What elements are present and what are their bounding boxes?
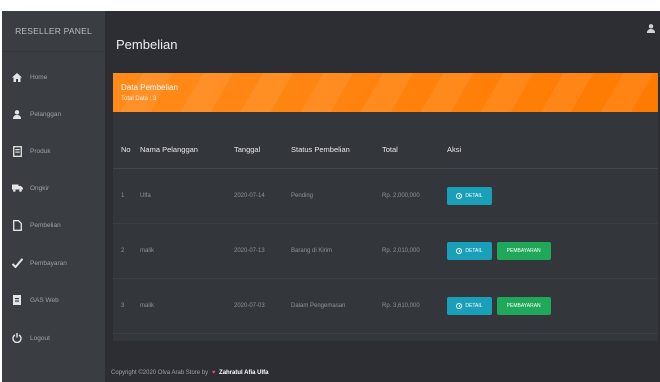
cell-status: Dalam Pengemasan <box>291 278 382 334</box>
column-header-total: Total <box>382 132 447 169</box>
cell-date: 2020-07-14 <box>234 168 291 224</box>
cell-status: Barang di Kirim <box>291 223 382 279</box>
brand-title: RESELLER PANEL <box>2 11 105 52</box>
purchase-table: No Nama Pelanggan Tanggal Status Pembeli… <box>113 132 658 334</box>
payment-button[interactable]: PEMBAYARAN <box>496 241 551 260</box>
cell-no: 1 <box>113 168 140 224</box>
check-icon <box>11 258 23 268</box>
sidebar-item-label: Logout <box>30 334 50 342</box>
table-row: 3 malik 2020-07-03 Dalam Pengemasan Rp. … <box>113 278 658 334</box>
main-content: Pembelian Data Pembelian Total Data : 3 … <box>105 11 660 382</box>
sidebar-item-label: Produk <box>30 147 51 155</box>
truck-icon <box>11 184 23 192</box>
app-window: RESELLER PANEL Home Pelanggan Produk Ong… <box>0 0 660 382</box>
table-header-row: No Nama Pelanggan Tanggal Status Pembeli… <box>113 132 658 169</box>
table-row: 2 malik 2020-07-13 Barang di Kirim Rp. 2… <box>113 223 658 279</box>
document-icon <box>11 145 23 157</box>
sidebar-item-pelanggan[interactable]: Pelanggan <box>2 104 105 124</box>
cell-no: 3 <box>113 278 140 334</box>
sidebar-item-produk[interactable]: Produk <box>2 141 105 161</box>
cell-total: Rp. 2,010,000 <box>382 223 447 279</box>
sidebar-item-label: GAS Web <box>30 296 59 304</box>
detail-button[interactable]: DETAIL <box>447 296 492 315</box>
power-icon <box>11 333 23 343</box>
column-header-name: Nama Pelanggan <box>140 132 234 169</box>
column-header-no: No <box>113 132 140 169</box>
top-bar: Pembelian <box>105 11 660 61</box>
column-header-status: Status Pembelian <box>291 132 382 169</box>
cell-actions: DETAIL <box>447 168 658 224</box>
sidebar-item-ongkir[interactable]: Ongkir <box>2 178 105 198</box>
cell-name: Ulfa <box>140 168 234 224</box>
sidebar-item-label: Pembayaran <box>30 259 67 267</box>
sidebar-item-label: Pelanggan <box>30 110 62 118</box>
table-row: 1 Ulfa 2020-07-14 Pending Rp. 2,000,000 … <box>113 168 658 224</box>
footer: Copyright ©2020 Olva Arab Store by ♥ Zah… <box>111 370 269 376</box>
author-name: Zahratul Afia Ulfa <box>219 370 269 376</box>
cell-date: 2020-07-03 <box>234 278 291 334</box>
card-title: Data Pembelian <box>121 83 178 92</box>
home-icon <box>11 72 23 82</box>
page-title: Pembelian <box>116 37 178 52</box>
info-icon <box>456 247 463 254</box>
sidebar-item-label: Pembelian <box>30 221 61 229</box>
detail-button[interactable]: DETAIL <box>447 241 492 260</box>
cell-actions: DETAIL PEMBAYARAN <box>447 223 658 279</box>
cell-status: Pending <box>291 168 382 224</box>
column-header-action: Aksi <box>447 132 658 169</box>
cell-name: malik <box>140 223 234 279</box>
cell-date: 2020-07-13 <box>234 223 291 279</box>
report-icon <box>11 295 23 305</box>
sidebar-item-label: Home <box>30 73 48 81</box>
header-pattern <box>113 73 658 112</box>
sidebar-item-pembayaran[interactable]: Pembayaran <box>2 253 105 273</box>
column-header-date: Tanggal <box>234 132 291 169</box>
detail-button[interactable]: DETAIL <box>447 186 492 205</box>
info-icon <box>456 192 463 199</box>
cell-total: Rp. 2,000,000 <box>382 168 447 224</box>
detail-button-label: DETAIL <box>465 192 483 199</box>
copyright-text: Copyright ©2020 Olva Arab Store by <box>111 370 209 376</box>
cell-actions: DETAIL PEMBAYARAN <box>447 278 658 334</box>
detail-button-label: DETAIL <box>465 247 483 254</box>
heart-icon: ♥ <box>211 370 216 376</box>
total-data-label: Total Data : 3 <box>121 96 157 102</box>
detail-button-label: DETAIL <box>465 302 483 309</box>
sidebar-item-home[interactable]: Home <box>2 67 105 87</box>
cell-no: 2 <box>113 223 140 279</box>
info-icon <box>456 302 463 309</box>
user-icon <box>11 109 23 119</box>
card-header: Data Pembelian Total Data : 3 <box>113 73 658 112</box>
sidebar-item-gas-web[interactable]: GAS Web <box>2 290 105 310</box>
payment-button[interactable]: PEMBAYARAN <box>496 296 551 315</box>
file-icon <box>11 219 23 231</box>
sidebar-item-label: Ongkir <box>30 184 50 192</box>
sidebar-item-pembelian[interactable]: Pembelian <box>2 215 105 235</box>
user-icon[interactable] <box>647 20 655 33</box>
cell-name: malik <box>140 278 234 334</box>
cell-total: Rp. 3,610,000 <box>382 278 447 334</box>
sidebar-item-logout[interactable]: Logout <box>2 328 105 348</box>
purchase-card: Data Pembelian Total Data : 3 No Nama Pe… <box>113 73 658 341</box>
sidebar: RESELLER PANEL Home Pelanggan Produk Ong… <box>2 11 105 382</box>
